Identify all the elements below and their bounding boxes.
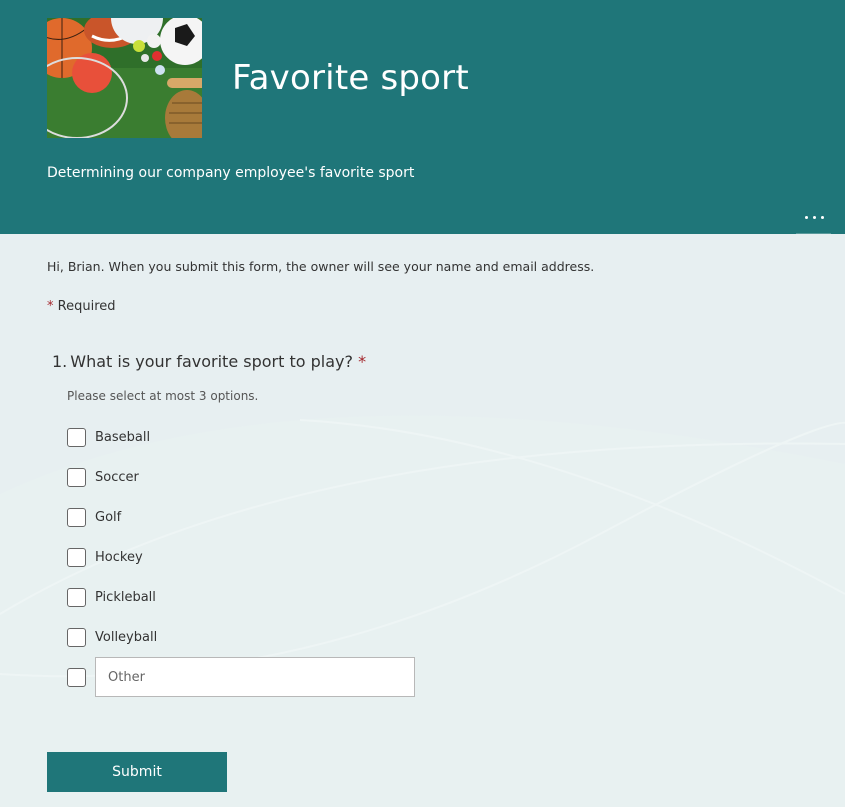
other-text-input[interactable] <box>95 657 415 697</box>
ellipsis-icon-dot <box>812 215 816 219</box>
question-title: 1. What is your favorite sport to play? * <box>52 352 366 371</box>
ellipsis-icon-dot <box>820 215 824 219</box>
question-required-marker: * <box>358 352 367 371</box>
question-hint: Please select at most 3 options. <box>67 389 259 403</box>
required-label: Required <box>57 299 116 314</box>
form-title: Favorite sport <box>232 58 469 98</box>
option-label: Hockey <box>95 549 143 565</box>
checkbox[interactable] <box>67 467 86 487</box>
identity-notice: Hi, Brian. When you submit this form, th… <box>47 259 595 274</box>
header-image <box>47 18 202 138</box>
option-volleyball[interactable]: Volleyball <box>67 627 157 647</box>
checkbox[interactable] <box>67 507 86 527</box>
question-text: What is your favorite sport to play? <box>70 352 353 371</box>
more-options-button[interactable] <box>796 206 832 228</box>
option-label: Baseball <box>95 429 151 445</box>
question-number: 1. <box>52 352 68 371</box>
checkbox[interactable] <box>67 587 86 607</box>
option-other[interactable] <box>67 667 86 687</box>
checkbox[interactable] <box>67 427 86 447</box>
option-label: Golf <box>95 509 122 525</box>
option-label: Volleyball <box>95 629 158 645</box>
option-label: Pickleball <box>95 589 156 605</box>
required-legend: * Required <box>47 299 116 314</box>
background-waves <box>0 234 845 678</box>
checkbox[interactable] <box>67 547 86 567</box>
option-pickleball[interactable]: Pickleball <box>67 587 156 607</box>
checkbox[interactable] <box>67 627 86 647</box>
other-checkbox[interactable] <box>67 667 86 687</box>
form-subtitle: Determining our company employee's favor… <box>47 165 415 181</box>
sports-equipment-image <box>47 18 202 138</box>
option-golf[interactable]: Golf <box>67 507 121 527</box>
submit-button[interactable]: Submit <box>47 752 227 792</box>
required-asterisk: * <box>47 299 54 314</box>
option-hockey[interactable]: Hockey <box>67 547 143 567</box>
ellipsis-icon <box>804 215 808 219</box>
option-soccer[interactable]: Soccer <box>67 467 139 487</box>
form-header: Favorite sport Determining our company e… <box>0 0 845 234</box>
option-baseball[interactable]: Baseball <box>67 427 150 447</box>
option-label: Soccer <box>95 469 139 485</box>
